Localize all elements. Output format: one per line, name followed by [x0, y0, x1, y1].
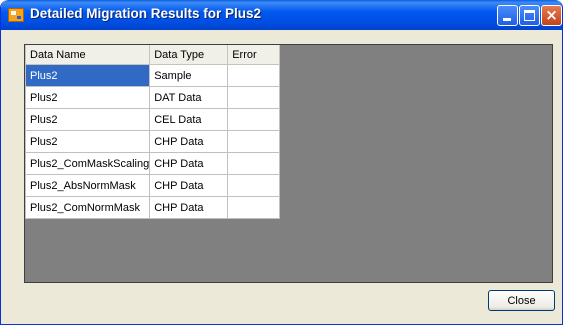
- cell-error[interactable]: [227, 108, 281, 131]
- maximize-icon: [524, 10, 535, 21]
- minimize-icon: [503, 18, 511, 21]
- cell-error[interactable]: [227, 86, 281, 109]
- table-row[interactable]: Plus2_ComMaskScaling CHP Data: [25, 152, 281, 175]
- results-table: Data Name Data Type Error Plus2 Sample P…: [25, 45, 281, 219]
- cell-error[interactable]: [227, 196, 281, 219]
- cell-data-name[interactable]: Plus2_AbsNormMask: [25, 174, 151, 197]
- table-row[interactable]: Plus2 DAT Data: [25, 86, 281, 109]
- cell-error[interactable]: [227, 174, 281, 197]
- title-bar[interactable]: Detailed Migration Results for Plus2 ×: [1, 0, 562, 30]
- cell-data-type[interactable]: CHP Data: [149, 152, 229, 175]
- minimize-button[interactable]: [497, 5, 518, 26]
- cell-data-name[interactable]: Plus2_ComNormMask: [25, 196, 151, 219]
- cell-data-name[interactable]: Plus2: [25, 108, 151, 131]
- window-close-button[interactable]: ×: [541, 5, 562, 26]
- column-header-data-name[interactable]: Data Name: [25, 45, 151, 65]
- maximize-button[interactable]: [519, 5, 540, 26]
- close-button[interactable]: Close: [488, 290, 555, 311]
- column-header-data-type[interactable]: Data Type: [149, 45, 229, 65]
- cell-data-type[interactable]: CHP Data: [149, 130, 229, 153]
- column-header-error[interactable]: Error: [227, 45, 281, 65]
- results-grid[interactable]: Data Name Data Type Error Plus2 Sample P…: [24, 44, 553, 283]
- cell-error[interactable]: [227, 130, 281, 153]
- cell-data-name[interactable]: Plus2: [25, 86, 151, 109]
- app-icon: [8, 8, 24, 22]
- cell-data-type[interactable]: DAT Data: [149, 86, 229, 109]
- cell-data-type[interactable]: CHP Data: [149, 196, 229, 219]
- close-icon: ×: [545, 6, 558, 24]
- cell-data-type[interactable]: CHP Data: [149, 174, 229, 197]
- cell-error[interactable]: [227, 152, 281, 175]
- cell-data-name[interactable]: Plus2_ComMaskScaling: [25, 152, 151, 175]
- cell-error[interactable]: [227, 64, 281, 87]
- table-row[interactable]: Plus2 CHP Data: [25, 130, 281, 153]
- table-row[interactable]: Plus2_AbsNormMask CHP Data: [25, 174, 281, 197]
- table-row[interactable]: Plus2 Sample: [25, 64, 281, 87]
- dialog-window: Detailed Migration Results for Plus2 × D…: [0, 0, 563, 325]
- header-row: Data Name Data Type Error: [25, 45, 281, 65]
- cell-data-name[interactable]: Plus2: [25, 130, 151, 153]
- cell-data-type[interactable]: CEL Data: [149, 108, 229, 131]
- table-row[interactable]: Plus2 CEL Data: [25, 108, 281, 131]
- cell-data-name[interactable]: Plus2: [25, 64, 151, 87]
- table-row[interactable]: Plus2_ComNormMask CHP Data: [25, 196, 281, 219]
- cell-data-type[interactable]: Sample: [149, 64, 229, 87]
- window-title: Detailed Migration Results for Plus2: [30, 6, 262, 21]
